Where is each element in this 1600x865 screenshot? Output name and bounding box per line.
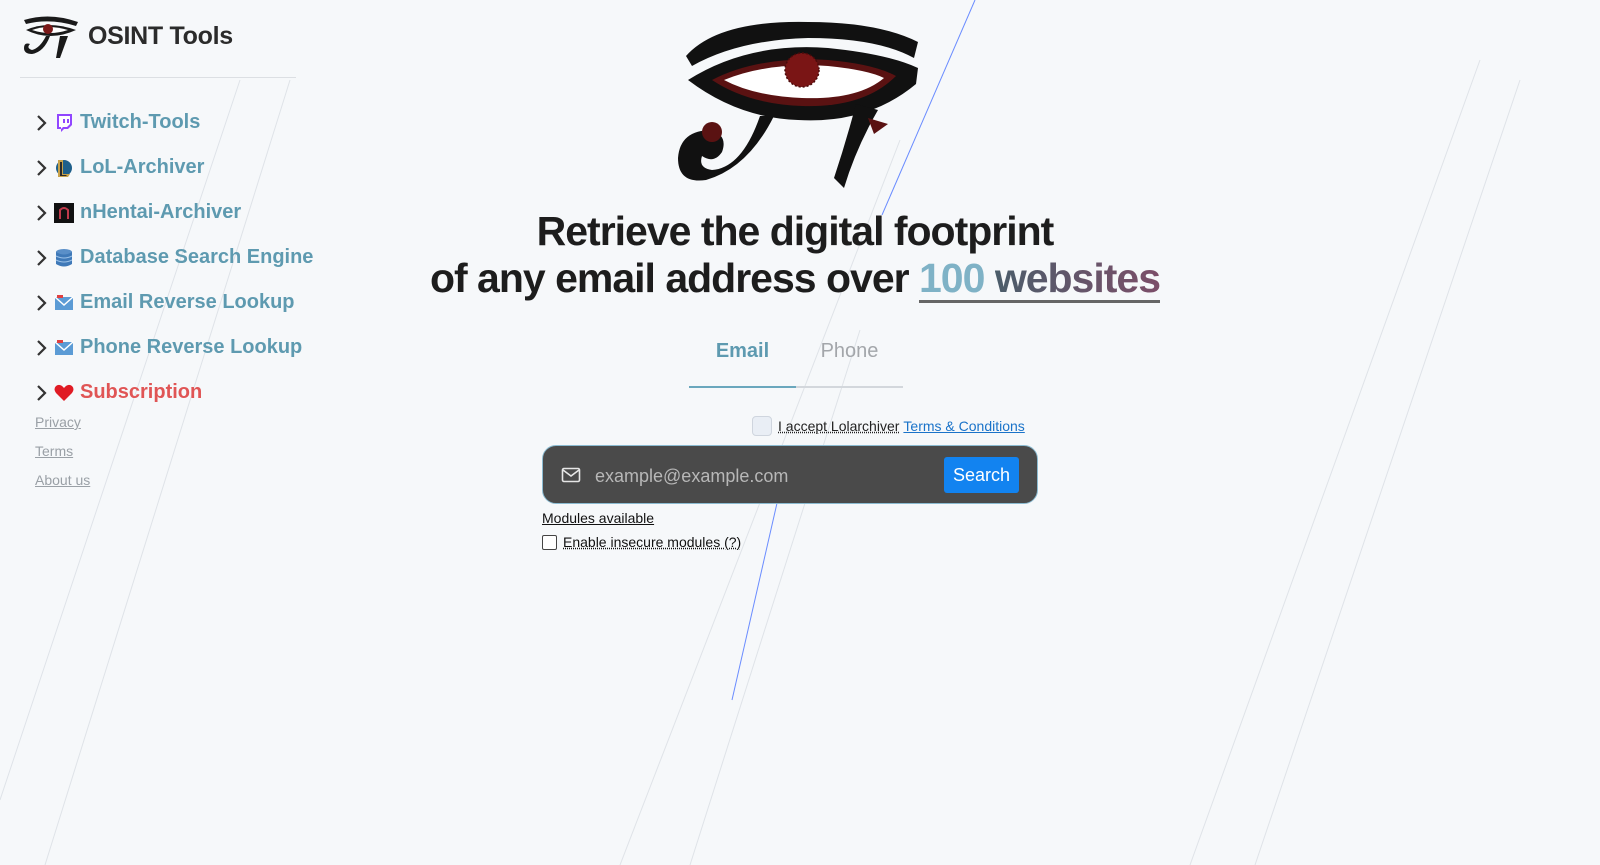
lol-icon [54, 158, 74, 178]
nhentai-icon [54, 202, 74, 223]
modules-available-link[interactable]: Modules available [542, 510, 654, 526]
insecure-modules-label[interactable]: Enable insecure modules (?) [563, 534, 741, 550]
chevron-right-icon [34, 247, 50, 269]
insecure-modules-option: Enable insecure modules (?) [542, 534, 741, 550]
terms-checkbox[interactable] [752, 416, 772, 436]
terms-text: I accept Lolarchiver [778, 418, 900, 434]
sidebar-item-label: Database Search Engine [80, 246, 314, 268]
chevron-right-icon [34, 337, 50, 359]
chevron-right-icon [34, 382, 50, 404]
brand[interactable]: OSINT Tools [20, 14, 233, 58]
search-button[interactable]: Search [944, 457, 1019, 493]
chevron-right-icon [34, 202, 50, 224]
terms-conditions-link[interactable]: Terms & Conditions [903, 418, 1024, 434]
sidebar-item-label: Email Reverse Lookup [80, 291, 295, 313]
hero-line-2: of any email address over 100 websites [400, 255, 1190, 303]
terms-acceptance: I accept Lolarchiver Terms & Conditions [752, 416, 1025, 436]
sidebar-item-label: Subscription [80, 381, 203, 403]
sidebar-item-email-reverse-lookup[interactable]: Email Reverse Lookup [34, 280, 313, 325]
terms-link[interactable]: Terms [35, 437, 90, 466]
about-us-link[interactable]: About us [35, 466, 90, 495]
sidebar-footer-links: Privacy Terms About us [35, 408, 90, 495]
sidebar-divider [20, 77, 296, 78]
chevron-right-icon [34, 112, 50, 134]
search-bar: Search [542, 445, 1038, 504]
hero-accent: 100 websites [918, 255, 1161, 303]
sidebar-item-twitch-tools[interactable]: Twitch-Tools [34, 100, 313, 145]
envelope-icon [54, 293, 74, 313]
email-search-input[interactable] [593, 458, 937, 494]
sidebar: OSINT Tools Twitch-Tools LoL-Archiver nH… [0, 0, 320, 865]
sidebar-item-label: LoL-Archiver [80, 156, 205, 178]
chevron-right-icon [34, 292, 50, 314]
sidebar-item-phone-reverse-lookup[interactable]: Phone Reverse Lookup [34, 325, 313, 370]
sidebar-item-label: Twitch-Tools [80, 111, 201, 133]
envelope-icon [54, 338, 74, 358]
tab-email[interactable]: Email [689, 330, 796, 388]
brand-name: OSINT Tools [88, 21, 233, 50]
hero-accent-number: 100 [918, 255, 985, 301]
tab-phone[interactable]: Phone [796, 330, 903, 388]
hero-line-1: Retrieve the digital footprint [536, 208, 1055, 254]
insecure-modules-checkbox[interactable] [542, 534, 557, 550]
sidebar-item-database-search-engine[interactable]: Database Search Engine [34, 235, 313, 280]
database-icon [54, 248, 74, 268]
hero-headline: Retrieve the digital footprint of any em… [400, 208, 1190, 303]
heart-icon [54, 383, 74, 403]
sidebar-item-nhentai-archiver[interactable]: nHentai-Archiver [34, 190, 313, 235]
hero-line-2-prefix: of any email address over [429, 255, 919, 301]
mail-icon [561, 467, 581, 483]
search-type-tabs: Email Phone [689, 330, 903, 388]
eye-of-horus-logo-icon [24, 16, 78, 58]
sidebar-item-label: nHentai-Archiver [80, 201, 242, 223]
sidebar-nav: Twitch-Tools LoL-Archiver nHentai-Archiv… [34, 100, 313, 415]
privacy-link[interactable]: Privacy [35, 408, 90, 437]
hero-accent-word: websites [994, 255, 1161, 301]
eye-of-horus-hero-icon [678, 21, 918, 188]
chevron-right-icon [34, 157, 50, 179]
sidebar-item-label: Phone Reverse Lookup [80, 336, 303, 358]
twitch-icon [54, 113, 74, 133]
sidebar-item-lol-archiver[interactable]: LoL-Archiver [34, 145, 313, 190]
